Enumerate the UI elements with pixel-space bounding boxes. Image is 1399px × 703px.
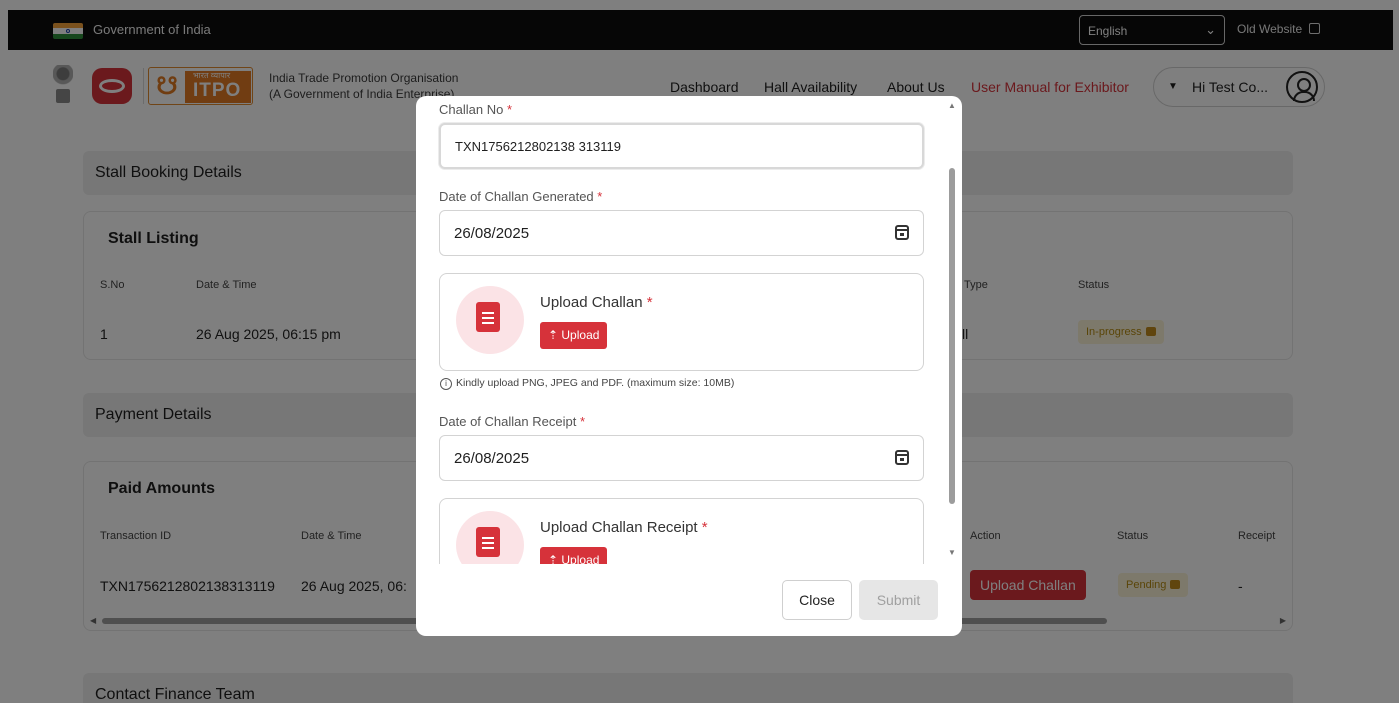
upload-receipt-box: Upload Challan Receipt * ⇡ Upload: [439, 498, 924, 564]
upload-icon: ⇡: [548, 553, 562, 564]
upload-challan-box: Upload Challan * ⇡ Upload: [439, 273, 924, 371]
label-text: Challan No: [439, 102, 504, 117]
challan-no-label: Challan No *: [439, 102, 513, 117]
scrollbar-thumb[interactable]: [949, 168, 955, 504]
document-icon: [456, 511, 524, 564]
upload-icon: ⇡: [548, 328, 562, 342]
upload-receipt-file-button[interactable]: ⇡ Upload: [540, 547, 608, 564]
upload-challan-file-button[interactable]: ⇡ Upload: [540, 322, 608, 349]
hint-text: Kindly upload PNG, JPEG and PDF. (maximu…: [456, 377, 735, 389]
info-icon: i: [440, 378, 452, 390]
document-icon: [456, 286, 524, 354]
upload-label: Upload: [561, 553, 600, 564]
scroll-down-icon[interactable]: ▼: [948, 548, 956, 557]
title-text: Upload Challan Receipt: [540, 519, 698, 536]
label-text: Date of Challan Receipt: [439, 414, 577, 429]
upload-hint: i Kindly upload PNG, JPEG and PDF. (maxim…: [440, 377, 734, 390]
calendar-icon[interactable]: [895, 450, 909, 465]
label-text: Date of Challan Generated: [439, 189, 594, 204]
close-button[interactable]: Close: [782, 580, 852, 620]
upload-label: Upload: [561, 328, 600, 342]
challan-date-label: Date of Challan Generated *: [439, 189, 603, 204]
scroll-up-icon[interactable]: ▲: [948, 101, 956, 110]
challan-no-input[interactable]: TXN1756212802138 313119: [439, 123, 924, 169]
upload-receipt-title: Upload Challan Receipt *: [540, 519, 708, 536]
challan-date-input[interactable]: 26/08/2025: [439, 210, 924, 256]
upload-challan-modal: Challan No * TXN1756212802138 313119 Dat…: [416, 96, 962, 636]
upload-challan-title: Upload Challan *: [540, 294, 653, 311]
date-value: 26/08/2025: [454, 225, 530, 242]
modal-scroll-area: Challan No * TXN1756212802138 313119 Dat…: [416, 96, 962, 564]
receipt-date-input[interactable]: 26/08/2025: [439, 435, 924, 481]
title-text: Upload Challan: [540, 294, 643, 311]
receipt-date-label: Date of Challan Receipt *: [439, 414, 585, 429]
submit-button[interactable]: Submit: [859, 580, 938, 620]
calendar-icon[interactable]: [895, 225, 909, 240]
modal-vertical-scrollbar[interactable]: ▲ ▼: [946, 96, 960, 564]
date-value: 26/08/2025: [454, 450, 530, 467]
